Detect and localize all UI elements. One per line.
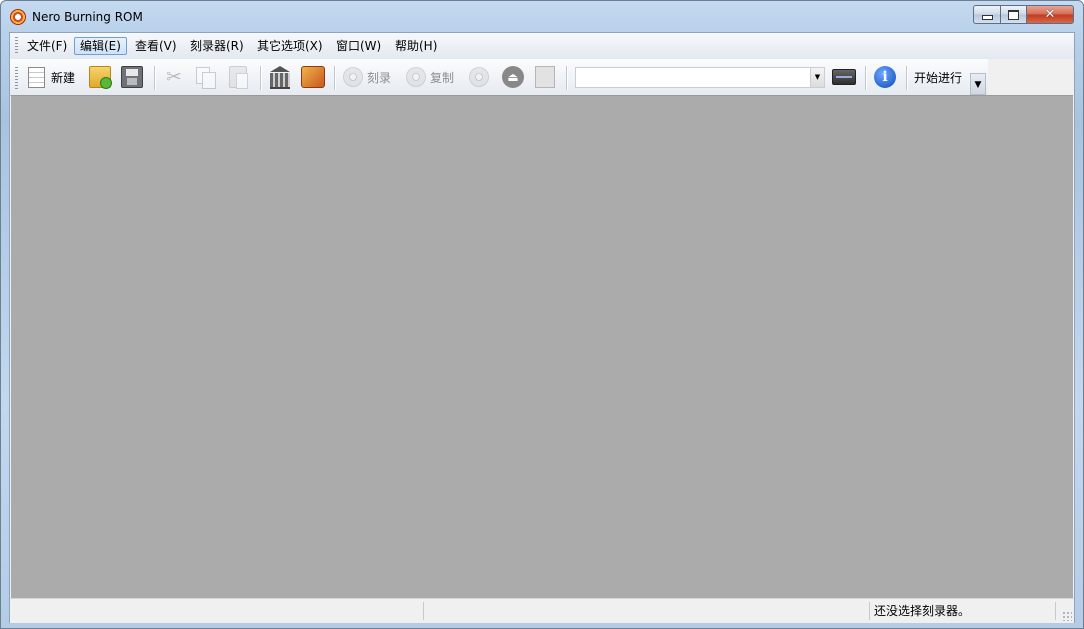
toolbar-overflow-button[interactable]: ▼	[970, 73, 986, 95]
open-button[interactable]	[89, 64, 112, 90]
new-document-icon	[28, 66, 45, 88]
close-button[interactable]: ✕	[1027, 5, 1074, 24]
toolbar-separator	[260, 66, 262, 90]
menu-extras[interactable]: 其它选项(X)	[252, 37, 328, 55]
burn-button-label: 刻录	[367, 70, 392, 85]
toolbar-separator	[154, 66, 156, 90]
client-area: 文件(F) 编辑(E) 查看(V) 刻录器(R) 其它选项(X) 窗口(W) 帮…	[9, 32, 1075, 623]
start-button[interactable]: 开始进行	[910, 64, 962, 90]
database-icon	[268, 66, 292, 89]
overflow-chevron-icon: ▼	[974, 80, 982, 90]
burn-compilation-button[interactable]	[301, 64, 325, 90]
copy-icon	[196, 67, 216, 89]
minimize-icon	[981, 15, 993, 20]
main-toolbar: 新建 ✂ 刻录 复制 ⏏ ▼ i 开始进行	[10, 59, 988, 96]
drive-icon	[832, 69, 856, 85]
copy-button[interactable]	[196, 64, 216, 90]
mdi-workspace[interactable]	[11, 95, 1073, 598]
nero-app-icon[interactable]	[10, 9, 26, 25]
caption-buttons: ✕	[973, 5, 1074, 25]
app-window: Nero Burning ROM ✕ 文件(F) 编辑(E) 查看(V) 刻录器…	[0, 0, 1084, 629]
menu-window[interactable]: 窗口(W)	[331, 37, 386, 55]
status-bar: 还没选择刻录器。	[10, 598, 1074, 623]
burn-disc-icon	[343, 67, 363, 87]
toolbar-grip-handle[interactable]	[15, 67, 18, 89]
copy-disc-button-label: 复制	[430, 70, 455, 85]
device-button[interactable]	[535, 64, 555, 90]
burn-button[interactable]: 刻录	[343, 64, 391, 90]
menu-recorder[interactable]: 刻录器(R)	[185, 37, 249, 55]
toolbar-separator	[865, 66, 867, 90]
new-button-label: 新建	[51, 70, 76, 85]
eject-button[interactable]: ⏏	[502, 64, 524, 90]
copy-disc-icon	[406, 67, 426, 87]
maximize-button[interactable]	[1000, 5, 1027, 24]
burn-compilation-icon	[301, 66, 325, 88]
maximize-icon	[1008, 9, 1019, 20]
resize-grip-icon[interactable]	[1062, 611, 1072, 621]
disc-info-icon	[469, 67, 489, 87]
copy-disc-button[interactable]: 复制	[406, 64, 454, 90]
disc-info-button[interactable]	[469, 64, 489, 90]
window-title: Nero Burning ROM	[32, 10, 143, 24]
toolbar-separator	[906, 66, 908, 90]
save-button[interactable]	[121, 64, 143, 90]
menu-edit[interactable]: 编辑(E)	[74, 37, 127, 55]
menu-file[interactable]: 文件(F)	[22, 37, 72, 55]
title-bar[interactable]: Nero Burning ROM ✕	[1, 1, 1083, 33]
drive-button[interactable]	[832, 64, 856, 90]
close-icon: ✕	[1044, 7, 1056, 22]
status-pane-1	[10, 602, 424, 620]
device-icon	[535, 66, 555, 88]
status-message: 还没选择刻录器。	[870, 602, 1056, 620]
eject-icon: ⏏	[502, 66, 524, 88]
status-pane-2	[424, 602, 870, 620]
menu-view[interactable]: 查看(V)	[130, 37, 182, 55]
chevron-down-icon[interactable]: ▼	[810, 68, 824, 87]
toolbar-separator	[334, 66, 336, 90]
recorder-select[interactable]: ▼	[575, 67, 825, 88]
paste-button[interactable]	[229, 64, 248, 90]
menu-help[interactable]: 帮助(H)	[390, 37, 442, 55]
toolbar-separator	[566, 66, 568, 90]
cut-button[interactable]: ✂	[163, 64, 185, 90]
cut-scissors-icon: ✂	[166, 66, 182, 88]
start-button-label: 开始进行	[914, 70, 963, 85]
info-button[interactable]: i	[874, 64, 896, 90]
minimize-button[interactable]	[973, 5, 1000, 24]
menu-bar: 文件(F) 编辑(E) 查看(V) 刻录器(R) 其它选项(X) 窗口(W) 帮…	[10, 33, 1074, 59]
info-icon: i	[874, 66, 896, 88]
open-folder-icon	[89, 66, 112, 89]
database-button[interactable]	[268, 64, 292, 90]
new-button[interactable]: 新建	[26, 64, 75, 90]
paste-icon	[229, 66, 248, 89]
save-disk-icon	[121, 66, 143, 88]
menubar-grip-handle[interactable]	[15, 37, 18, 55]
